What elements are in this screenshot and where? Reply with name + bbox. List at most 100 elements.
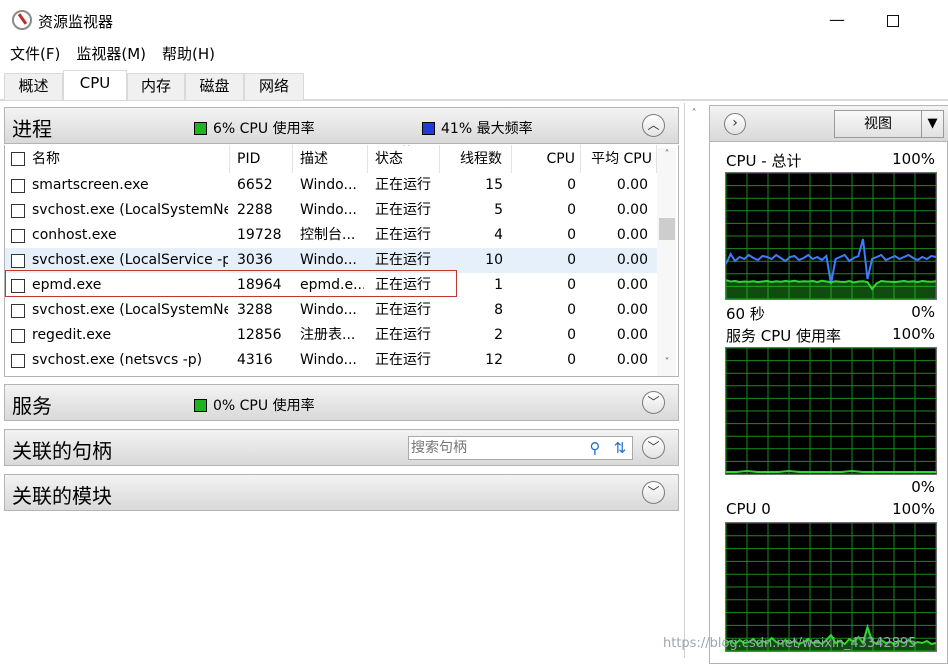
column-header-name[interactable]: 名称 bbox=[5, 145, 230, 173]
column-header-pid[interactable]: PID bbox=[230, 145, 293, 173]
row-checkbox[interactable] bbox=[11, 354, 25, 368]
tab-disk[interactable]: 磁盘 bbox=[185, 73, 244, 100]
process-avg-cpu: 0.00 bbox=[616, 177, 648, 193]
menu-bar: 文件(F) 监视器(M) 帮助(H) bbox=[0, 40, 221, 66]
process-name: smartscreen.exe bbox=[32, 177, 149, 193]
cpu0-graph bbox=[725, 522, 937, 652]
chevron-right-icon[interactable]: › bbox=[724, 113, 746, 135]
graphs-header: › 视图 ▼ bbox=[710, 106, 948, 142]
row-checkbox[interactable] bbox=[11, 204, 25, 218]
process-cpu: 0 bbox=[567, 252, 576, 268]
blue-swatch-icon bbox=[422, 121, 435, 135]
process-avg-cpu: 0.00 bbox=[616, 252, 648, 268]
graphs-pane: › 视图 ▼ CPU - 总计 100% 60 秒 0% 服务 CPU 使用率 … bbox=[709, 105, 948, 664]
maximize-icon bbox=[887, 14, 899, 27]
expand-down-icon[interactable]: ﹀ bbox=[642, 436, 665, 459]
table-row[interactable]: smartscreen.exe 6652 Windo... 正在运行 15 0 0.00 bbox=[5, 173, 657, 198]
title-bar: 资源监视器 — bbox=[0, 0, 948, 40]
row-checkbox[interactable] bbox=[11, 329, 25, 343]
process-description: Windo... bbox=[300, 302, 357, 318]
row-checkbox[interactable] bbox=[11, 304, 25, 318]
processes-header[interactable]: 进程 6% CPU 使用率 41% 最大频率 ︿ bbox=[4, 107, 679, 144]
process-cpu: 0 bbox=[567, 177, 576, 193]
process-description: 控制台... bbox=[300, 227, 356, 243]
process-threads: 12 bbox=[485, 352, 503, 368]
table-row[interactable]: svchost.exe (netsvcs -p) 4316 Windo... 正在运行… bbox=[5, 348, 657, 373]
process-status: 正在运行 bbox=[375, 352, 431, 368]
expand-down-icon[interactable]: ﹀ bbox=[642, 391, 665, 414]
service-cpu-graph bbox=[725, 347, 937, 475]
column-header-description[interactable]: 描述 bbox=[293, 145, 368, 173]
process-cpu: 0 bbox=[567, 202, 576, 218]
handles-header[interactable]: 关联的句柄 ⚲ ⇅ ﹀ bbox=[4, 429, 679, 466]
table-row[interactable]: svchost.exe (LocalSystemNet... 3288 Windo.… bbox=[5, 298, 657, 323]
process-cpu: 0 bbox=[567, 327, 576, 343]
row-checkbox[interactable] bbox=[11, 254, 25, 268]
process-pid: 2288 bbox=[237, 202, 273, 218]
table-row[interactable]: conhost.exe 19728 控制台... 正在运行 4 0 0.00 bbox=[5, 223, 657, 248]
process-name: svchost.exe (LocalSystemNet... bbox=[32, 302, 228, 318]
left-pane-scrollbar[interactable]: ˄ bbox=[684, 103, 703, 658]
scroll-thumb[interactable] bbox=[659, 218, 675, 240]
service-cpu-title: 服务 CPU 使用率 bbox=[726, 327, 842, 345]
column-header-cpu[interactable]: CPU bbox=[512, 145, 581, 173]
cpu-total-chart bbox=[726, 173, 936, 299]
max-frequency-text: 41% 最大频率 bbox=[441, 121, 533, 137]
process-threads: 5 bbox=[494, 202, 503, 218]
highlight-box-epmd bbox=[5, 270, 457, 297]
select-all-checkbox[interactable] bbox=[11, 152, 25, 166]
table-row[interactable]: regedit.exe 12856 注册表... 正在运行 2 0 0.00 bbox=[5, 323, 657, 348]
view-dropdown-icon[interactable]: ▼ bbox=[922, 110, 944, 138]
process-avg-cpu: 0.00 bbox=[616, 227, 648, 243]
handles-title: 关联的句柄 bbox=[12, 439, 112, 463]
process-name: regedit.exe bbox=[32, 327, 112, 343]
maximize-button[interactable] bbox=[870, 4, 916, 36]
expand-down-icon[interactable]: ﹀ bbox=[642, 481, 665, 504]
process-cpu: 0 bbox=[567, 227, 576, 243]
services-cpu-text: 0% CPU 使用率 bbox=[213, 398, 315, 414]
process-threads: 15 bbox=[485, 177, 503, 193]
tab-strip: 概述 CPU 内存 磁盘 网络 bbox=[0, 70, 948, 101]
process-avg-cpu: 0.00 bbox=[616, 327, 648, 343]
row-checkbox[interactable] bbox=[11, 179, 25, 193]
table-row[interactable]: svchost.exe (LocalSystemNet... 2288 Windo.… bbox=[5, 198, 657, 223]
scroll-up-icon[interactable]: ˄ bbox=[687, 107, 701, 121]
cpu-usage-legend: 6% CPU 使用率 bbox=[194, 118, 315, 138]
collapse-up-icon[interactable]: ︿ bbox=[642, 114, 665, 137]
cpu-usage-text: 6% CPU 使用率 bbox=[213, 121, 315, 137]
process-table-scrollbar[interactable]: ˄ ˅ bbox=[657, 148, 676, 376]
scroll-down-icon[interactable]: ˅ bbox=[660, 356, 674, 370]
process-status: 正在运行 bbox=[375, 302, 431, 318]
minimize-button[interactable]: — bbox=[814, 4, 860, 36]
search-handles-input[interactable] bbox=[411, 438, 581, 458]
scroll-up-icon[interactable]: ˄ bbox=[660, 148, 674, 162]
window-title: 资源监视器 bbox=[38, 13, 114, 31]
refresh-icon[interactable]: ⇅ bbox=[610, 438, 630, 458]
process-name: svchost.exe (LocalSystemNet... bbox=[32, 202, 228, 218]
tab-network[interactable]: 网络 bbox=[244, 73, 304, 100]
column-header-avg-cpu[interactable]: 平均 CPU bbox=[581, 145, 657, 173]
search-icon[interactable]: ⚲ bbox=[585, 438, 605, 458]
menu-monitor[interactable]: 监视器(M) bbox=[66, 40, 152, 66]
process-cpu: 0 bbox=[567, 352, 576, 368]
services-header[interactable]: 服务 0% CPU 使用率 ﹀ bbox=[4, 384, 679, 421]
process-avg-cpu: 0.00 bbox=[616, 352, 648, 368]
process-pid: 3288 bbox=[237, 302, 273, 318]
row-checkbox[interactable] bbox=[11, 229, 25, 243]
search-handles-box: ⚲ ⇅ bbox=[408, 436, 633, 460]
modules-header[interactable]: 关联的模块 ﹀ bbox=[4, 474, 679, 511]
process-description: Windo... bbox=[300, 202, 357, 218]
service-cpu-line bbox=[726, 469, 936, 473]
view-button[interactable]: 视图 bbox=[834, 110, 922, 138]
menu-file[interactable]: 文件(F) bbox=[0, 40, 66, 66]
tab-memory[interactable]: 内存 bbox=[127, 73, 185, 100]
service-cpu-min: 0% bbox=[911, 478, 935, 496]
process-avg-cpu: 0.00 bbox=[616, 202, 648, 218]
menu-help[interactable]: 帮助(H) bbox=[152, 40, 221, 66]
tab-overview[interactable]: 概述 bbox=[4, 73, 63, 100]
cpu-total-min: 0% bbox=[911, 303, 935, 321]
column-header-threads[interactable]: 线程数 bbox=[440, 145, 512, 173]
process-cpu: 0 bbox=[567, 277, 576, 293]
process-status: 正在运行 bbox=[375, 202, 431, 218]
tab-cpu[interactable]: CPU bbox=[63, 70, 127, 101]
